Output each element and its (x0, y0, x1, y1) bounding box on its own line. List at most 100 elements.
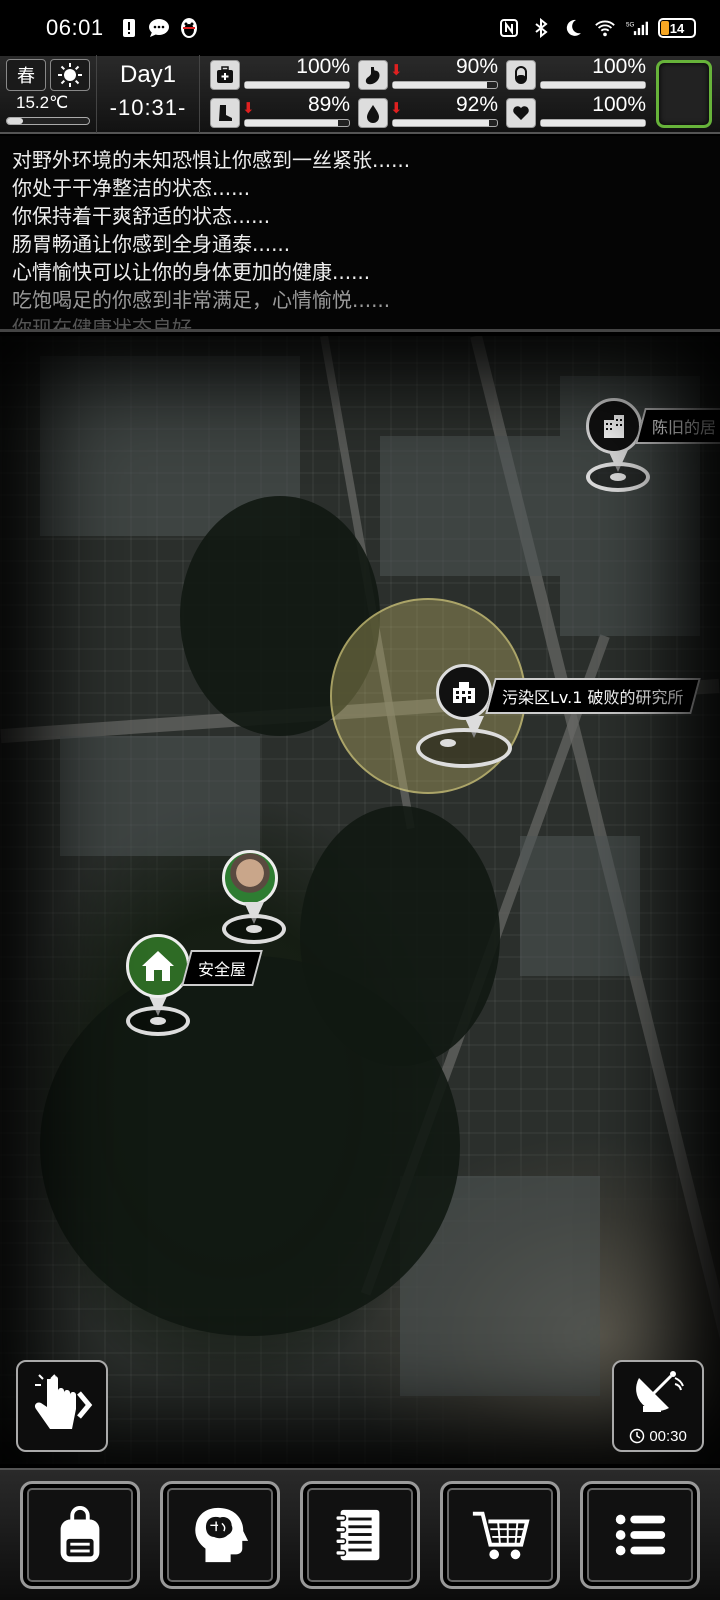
decrease-arrow-icon: ⬇ (390, 61, 403, 79)
sim-alert-icon (118, 17, 140, 39)
nfc-icon (498, 17, 520, 39)
decrease-arrow-icon: ⬇ (242, 99, 255, 117)
stat-bar-fill (393, 82, 487, 88)
status-time: 06:01 (46, 15, 104, 40)
marker-label-research-institute[interactable]: 污染区Lv.1 破败的研究所 (485, 678, 701, 714)
stat-bar (244, 119, 350, 127)
auto-move-button[interactable] (16, 1360, 108, 1452)
forest-area (300, 806, 500, 1066)
stat-bar (244, 81, 350, 89)
cart-icon (472, 1511, 530, 1560)
skills-button[interactable] (160, 1481, 280, 1589)
player-marker[interactable] (222, 850, 286, 944)
clock-icon (629, 1428, 645, 1444)
battery-level: 14 (669, 20, 685, 36)
shop-button[interactable] (440, 1481, 560, 1589)
stomach-icon (358, 60, 388, 90)
survival-hud: 春 15.2℃ Day1 -10:31- 100% ⬇ 90% 100% ⬇ 89% ⬇ 92… (0, 55, 720, 134)
stat-stamina[interactable]: ⬇ 89% (208, 93, 354, 131)
log-line: 你保持着干爽舒适的状态...... (12, 204, 271, 228)
status-bar: 06:01 5G 14 (0, 0, 720, 56)
building-icon (586, 398, 642, 454)
stat-health[interactable]: 100% (208, 55, 354, 93)
journal-button[interactable] (300, 1481, 420, 1589)
stat-bar-fill (541, 82, 645, 88)
stat-bar (392, 81, 498, 89)
marker-old-building[interactable] (586, 398, 650, 492)
environment-panel: 春 15.2℃ (0, 55, 96, 133)
svg-text:5G: 5G (626, 21, 634, 28)
moon-icon (562, 17, 584, 39)
pin-ring (416, 728, 512, 768)
day-clock-panel: Day1 -10:31- (96, 55, 200, 133)
temperature-bar (6, 117, 90, 125)
chat-bubble-icon (148, 17, 170, 39)
season-badge[interactable]: 春 (6, 59, 46, 91)
log-line: 心情愉快可以让你的身体更加的健康...... (12, 260, 371, 284)
tap-hand-icon (34, 1374, 93, 1429)
backpack-button[interactable] (20, 1481, 140, 1589)
boot-icon (210, 98, 240, 128)
day-counter: Day1 (119, 61, 177, 88)
stat-value: 92% (455, 93, 498, 116)
radar-timer-value: 00:30 (649, 1428, 687, 1445)
menu-list-icon (615, 1514, 666, 1556)
pill-icon (506, 60, 536, 90)
heart-icon (506, 98, 536, 128)
radar-timer: 00:30 (614, 1428, 702, 1445)
game-clock: -10:31- (109, 95, 187, 120)
temperature-bar-fill (7, 118, 24, 124)
building-block (380, 436, 560, 576)
log-line: 肠胃畅通让你感到全身通泰...... (12, 232, 291, 256)
stat-bar-fill (245, 82, 349, 88)
pin-ring (126, 1006, 190, 1036)
brain-head-icon (195, 1507, 249, 1563)
stat-value: 100% (592, 55, 646, 78)
stat-bar (392, 119, 498, 127)
notebook-icon (335, 1509, 380, 1561)
marker-text: 陈旧的居 (652, 418, 717, 437)
wifi-icon (594, 17, 616, 39)
stat-medicine[interactable]: 100% (504, 55, 650, 93)
bluetooth-icon (530, 17, 552, 39)
marker-label-safe-house[interactable]: 安全屋 (181, 950, 263, 986)
laboratory-icon (436, 664, 492, 720)
equipment-slot[interactable] (656, 60, 712, 128)
temperature-value: 15.2℃ (16, 93, 69, 112)
backpack-icon (60, 1505, 100, 1563)
water-drop-icon (358, 98, 388, 128)
log-line: 对野外环境的未知恐惧让你感到一丝紧张...... (12, 148, 411, 172)
log-line: 你现在健康状态良好...... (12, 316, 231, 332)
marker-label-old-building[interactable]: 陈旧的居 (635, 408, 720, 444)
sun-icon[interactable] (50, 59, 90, 91)
world-map[interactable]: 陈旧的居 污染区Lv.1 破败的研究所 安全屋 (0, 336, 720, 1464)
battery-icon: 14 (658, 18, 696, 38)
decrease-arrow-icon: ⬇ (390, 99, 403, 117)
stat-bar-fill (245, 120, 338, 126)
pin-ring (222, 914, 286, 944)
radar-scan-button[interactable]: 00:30 (612, 1360, 704, 1452)
stats-grid: 100% ⬇ 90% 100% ⬇ 89% ⬇ 92% 100% (208, 55, 650, 131)
message-log[interactable]: 对野外环境的未知恐惧让你感到一丝紧张...... 你处于干净整洁的状态......… (0, 136, 720, 332)
stat-thirst[interactable]: ⬇ 92% (356, 93, 502, 131)
stat-value: 100% (592, 93, 646, 116)
medkit-icon (210, 60, 240, 90)
main-menu-button[interactable] (580, 1481, 700, 1589)
stat-bar (540, 119, 646, 127)
qq-penguin-icon (178, 17, 200, 39)
building-block (60, 736, 260, 856)
stat-mood[interactable]: 100% (504, 93, 650, 131)
stat-value: 90% (455, 55, 498, 78)
game-screen: 06:01 5G 14 春 15.2℃ Day1 -10:31- 100% ⬇ … (0, 0, 720, 1600)
log-line: 吃饱喝足的你感到非常满足，心情愉悦...... (12, 288, 391, 312)
bottom-nav (0, 1468, 720, 1600)
stat-bar-fill (393, 120, 489, 126)
stat-bar (540, 81, 646, 89)
satellite-dish-icon (614, 1368, 702, 1426)
stat-hunger[interactable]: ⬇ 90% (356, 55, 502, 93)
marker-text: 污染区Lv.1 破败的研究所 (502, 688, 684, 707)
building-block (520, 836, 640, 976)
pin-ring (586, 462, 650, 492)
marker-text: 安全屋 (198, 960, 247, 979)
stat-bar-fill (541, 120, 645, 126)
